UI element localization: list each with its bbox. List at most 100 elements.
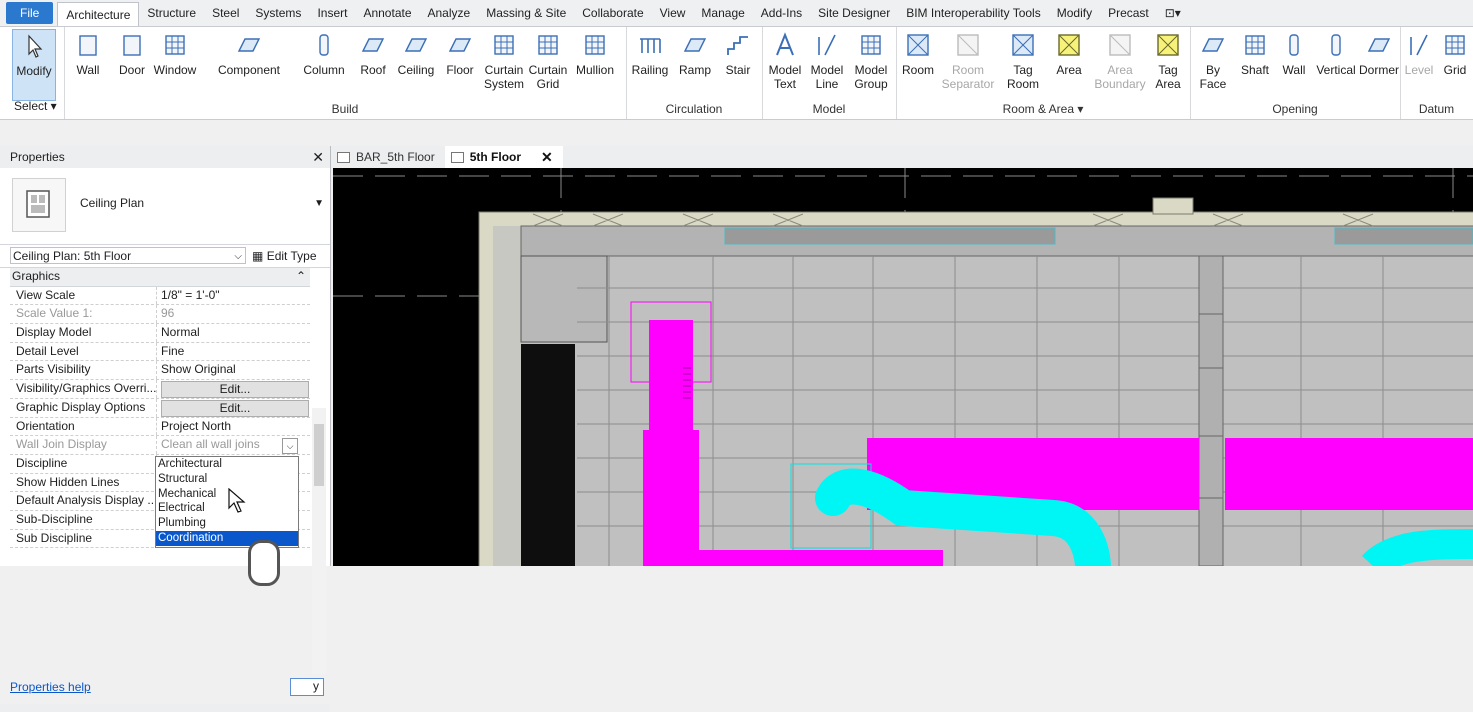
menu-tab-modify[interactable]: Modify [1049, 0, 1100, 26]
roof-button[interactable]: Roof [352, 29, 394, 99]
window-button[interactable]: Window [150, 29, 200, 99]
plane-icon [394, 31, 438, 59]
menu-tab-view[interactable]: View [652, 0, 694, 26]
discipline-option-plumbing[interactable]: Plumbing [156, 516, 298, 531]
quick-access-dropdown-icon[interactable]: ⊡▾ [1157, 0, 1189, 26]
edit-button[interactable]: Edit... [161, 399, 309, 417]
button-label: Room [901, 63, 934, 77]
button-label: Vertical [1316, 63, 1356, 77]
instance-filter-select[interactable]: Ceiling Plan: 5th Floor ⌵ [10, 247, 246, 264]
drawing-canvas[interactable] [333, 168, 1473, 566]
duct-vertical-bottom [643, 430, 699, 566]
column-button[interactable]: Column [302, 29, 346, 99]
area-boundary-button[interactable]: Area Boundary [1094, 29, 1146, 99]
close-icon[interactable]: ✕ [312, 146, 324, 168]
menu-tab-bim-interoperability-tools[interactable]: BIM Interoperability Tools [898, 0, 1049, 26]
wall-button[interactable]: Wall [66, 29, 110, 99]
menu-tab-insert[interactable]: Insert [309, 0, 355, 26]
room-area-panel-label[interactable]: Room & Area ▾ [896, 102, 1190, 116]
graphics-section-header[interactable]: Graphics ⌃ [10, 268, 310, 287]
menu-tab-add-ins[interactable]: Add-Ins [753, 0, 810, 26]
ceiling-button[interactable]: Ceiling [394, 29, 438, 99]
wall-button[interactable]: Wall [1274, 29, 1314, 99]
property-row-scale-value-1[interactable]: Scale Value 1: 96 [10, 305, 310, 325]
menu-tab-site-designer[interactable]: Site Designer [810, 0, 898, 26]
menu-tab-systems[interactable]: Systems [247, 0, 309, 26]
room-separator-button[interactable]: Room Separator [938, 29, 998, 99]
property-row-wall-join-display[interactable]: Wall Join Display Clean all wall joins [10, 436, 310, 455]
model-line-button[interactable]: Model Line [806, 29, 848, 99]
close-icon[interactable]: ✕ [541, 149, 553, 166]
tag-area-button[interactable]: Tag Area [1146, 29, 1190, 99]
menu-tab-steel[interactable]: Steel [204, 0, 247, 26]
properties-scrollbar[interactable] [312, 408, 326, 674]
mouse-pointer-icon [228, 488, 246, 513]
dormer-button[interactable]: Dormer [1358, 29, 1400, 99]
property-row-graphic-display-options[interactable]: Graphic Display Options Edit... [10, 398, 310, 418]
build-panel-label: Build [331, 102, 359, 116]
discipline-dropdown-arrow-icon[interactable]: ⌵ [282, 438, 298, 454]
menu-tab-manage[interactable]: Manage [693, 0, 752, 26]
view-tab-5th-floor[interactable]: 5th Floor ✕ [444, 146, 563, 168]
menu-tab-massing-site[interactable]: Massing & Site [478, 0, 574, 26]
curtain-system-button[interactable]: Curtain System [482, 29, 526, 99]
stair-button[interactable]: Stair [716, 29, 760, 99]
collapse-icon[interactable]: ⌃ [272, 268, 310, 286]
apply-button[interactable]: y [290, 678, 324, 696]
vertical-button[interactable]: Vertical [1314, 29, 1358, 99]
property-row-orientation[interactable]: Orientation Project North [10, 417, 310, 437]
select-dropdown[interactable]: Select ▾ [14, 99, 57, 113]
mullion-button[interactable]: Mullion [570, 29, 620, 99]
property-value-cell: Edit... [157, 380, 310, 398]
discipline-option-architectural[interactable]: Architectural [156, 457, 298, 472]
tag-icon [898, 31, 938, 59]
property-row-view-scale[interactable]: View Scale 1/8" = 1'-0" [10, 286, 310, 306]
discipline-option-mechanical[interactable]: Mechanical [156, 487, 298, 502]
file-menu[interactable]: File [6, 2, 54, 24]
property-row-detail-level[interactable]: Detail Level Fine [10, 342, 310, 362]
model-text-button[interactable]: Model Text [764, 29, 806, 99]
railing-button[interactable]: Railing [628, 29, 672, 99]
discipline-option-electrical[interactable]: Electrical [156, 501, 298, 516]
menu-tab-architecture[interactable]: Architecture [57, 2, 140, 26]
shaft-button[interactable]: Shaft [1236, 29, 1274, 99]
scrollbar-thumb[interactable] [314, 424, 324, 486]
chevron-down-icon[interactable]: ▼ [314, 198, 324, 209]
property-value: Show Original [161, 362, 236, 377]
discipline-option-structural[interactable]: Structural [156, 472, 298, 487]
property-row-display-model[interactable]: Display Model Normal [10, 324, 310, 343]
view-tab-label: BAR_5th Floor [356, 150, 435, 164]
modify-button[interactable]: Modify [12, 29, 56, 101]
shaft-void [521, 344, 575, 566]
edit-type-button[interactable]: ▦ Edit Type [252, 247, 317, 265]
box-icon [110, 31, 154, 59]
level-button[interactable]: Level [1402, 29, 1436, 99]
menu-tab-annotate[interactable]: Annotate [355, 0, 419, 26]
menu-tab-analyze[interactable]: Analyze [420, 0, 479, 26]
area-button[interactable]: Area [1046, 29, 1092, 99]
properties-help-link[interactable]: Properties help [10, 680, 91, 694]
instance-filter-value: Ceiling Plan: 5th Floor [13, 249, 132, 263]
edit-button[interactable]: Edit... [161, 381, 309, 398]
component-button[interactable]: Component [204, 29, 294, 99]
room-button[interactable]: Room [898, 29, 938, 99]
instance-row: Ceiling Plan: 5th Floor ⌵ ▦ Edit Type [0, 245, 330, 268]
door-button[interactable]: Door [110, 29, 154, 99]
menu-tab-structure[interactable]: Structure [139, 0, 204, 26]
by-face-button[interactable]: By Face [1192, 29, 1234, 99]
ramp-button[interactable]: Ramp [674, 29, 716, 99]
grid-button[interactable]: Grid [1438, 29, 1472, 99]
curtain-grid-button[interactable]: Curtain Grid [526, 29, 570, 99]
property-key: Scale Value 1: [10, 305, 157, 324]
menu-tab-precast[interactable]: Precast [1100, 0, 1157, 26]
property-row-visibility-graphics-overri[interactable]: Visibility/Graphics Overri... Edit... [10, 380, 310, 399]
property-key: Orientation [10, 417, 157, 436]
view-tab-bar-5th-floor[interactable]: BAR_5th Floor [331, 146, 445, 168]
tag-room-button[interactable]: Tag Room [1000, 29, 1046, 99]
type-selector[interactable]: Ceiling Plan ▼ [0, 168, 330, 245]
menu-tab-collaborate[interactable]: Collaborate [574, 0, 651, 26]
property-value: Normal [161, 325, 200, 340]
model-group-button[interactable]: Model Group [848, 29, 894, 99]
property-row-parts-visibility[interactable]: Parts Visibility Show Original [10, 361, 310, 381]
floor-button[interactable]: Floor [438, 29, 482, 99]
